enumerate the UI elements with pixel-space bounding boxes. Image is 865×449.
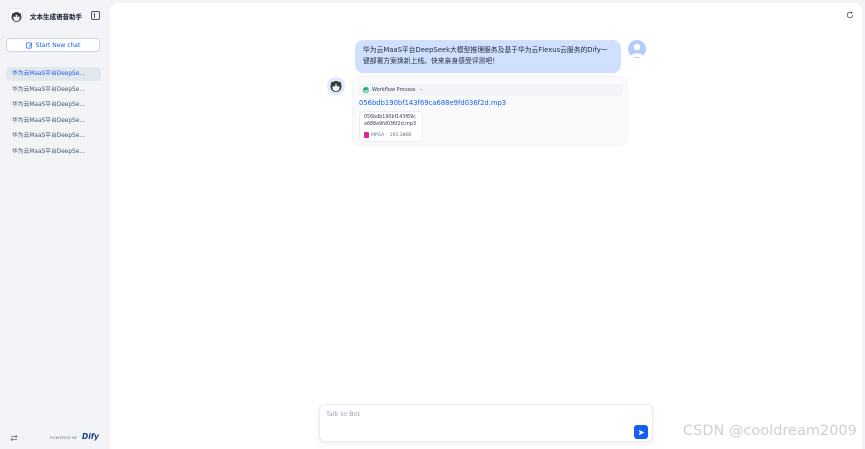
app-title: 文本生成语音助手	[30, 13, 82, 21]
edit-icon	[25, 42, 33, 48]
chat-main: 华为云MaaS平台DeepSeek大模型推理服务及基于华为云Flexus云服务的…	[110, 3, 862, 449]
conversation-item[interactable]: 华为云MaaS平台DeepSe...	[6, 67, 101, 81]
file-type: MPGA	[371, 132, 385, 138]
refresh-icon[interactable]	[846, 11, 854, 19]
dify-logo: Dify	[82, 432, 99, 441]
chat-input-box	[319, 404, 653, 442]
conversation-item[interactable]: 华为云MaaS平台DeepSe...	[6, 98, 101, 112]
user-message-bubble: 华为云MaaS平台DeepSeek大模型推理服务及基于华为云Flexus云服务的…	[355, 40, 621, 73]
workflow-process-toggle[interactable]: Workflow Process ›	[359, 84, 623, 96]
sidebar: 文本生成语音助手 Start New chat 华为云MaaS平台DeepSe.…	[0, 0, 108, 449]
chat-input[interactable]	[326, 410, 626, 424]
sidebar-collapse-icon[interactable]	[91, 11, 100, 20]
conversation-item[interactable]: 华为云MaaS平台DeepSe...	[6, 83, 101, 97]
send-icon	[638, 429, 644, 435]
new-chat-label: Start New chat	[35, 41, 81, 49]
conversation-item[interactable]: 华为云MaaS平台DeepSe...	[6, 145, 101, 159]
conversation-list: 华为云MaaS平台DeepSe... 华为云MaaS平台DeepSe... 华为…	[6, 67, 101, 161]
new-chat-button[interactable]: Start New chat	[6, 38, 100, 52]
powered-by-label: POWERED BY	[50, 435, 78, 440]
conversation-item[interactable]: 华为云MaaS平台DeepSe...	[6, 129, 101, 143]
app-header: 文本生成语音助手	[6, 8, 102, 24]
file-size: 165.38KB	[389, 132, 412, 138]
check-circle-icon	[363, 87, 369, 93]
file-card-name: 056bdb190bf143f69ca688e9fd036f2d.mp3	[364, 115, 417, 127]
user-avatar-icon	[628, 40, 646, 58]
file-meta-separator: ·	[386, 132, 388, 138]
file-meta: MPGA · 165.38KB	[364, 132, 411, 138]
audio-file-icon	[364, 132, 369, 138]
bot-avatar-icon	[327, 77, 345, 95]
switch-arrows-icon[interactable]	[10, 434, 18, 442]
chevron-right-icon: ›	[420, 87, 423, 93]
bot-message-card: Workflow Process › 056bdb190bf143f69ca68…	[352, 76, 628, 146]
workflow-label: Workflow Process	[372, 87, 416, 93]
conversation-item[interactable]: 华为云MaaS平台DeepSe...	[6, 114, 101, 128]
app-logo-icon	[8, 8, 23, 23]
send-button[interactable]	[634, 425, 648, 439]
file-attachment-card[interactable]: 056bdb190bf143f69ca688e9fd036f2d.mp3 MPG…	[359, 111, 423, 142]
watermark: CSDN @cooldream2009	[683, 423, 857, 439]
sidebar-footer: POWERED BY Dify	[8, 432, 100, 444]
audio-file-link[interactable]: 056bdb190bf143f69ca688e9fd036f2d.mp3	[359, 99, 506, 107]
